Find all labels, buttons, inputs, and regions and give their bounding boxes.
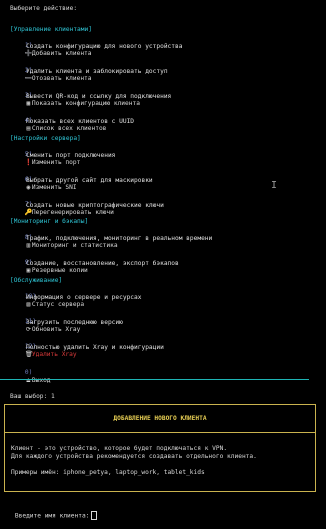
menu-item-change-sni[interactable]: 6) ◉ Изменить SNI	[10, 168, 77, 191]
item-description: Создание, восстановление, экспорт бэкапо…	[26, 260, 179, 267]
item-label: Удалить Xray	[31, 351, 77, 358]
item-description: Загрузить последнюю версию	[26, 319, 123, 326]
key-icon: 🔑	[24, 209, 33, 216]
item-label: Статус сервера	[31, 301, 85, 308]
menu-item-exit[interactable]: 0) ⏏ Выход	[10, 361, 51, 384]
prompt-header: Выберите действие:	[10, 5, 78, 12]
trash-icon: 🗑	[24, 351, 33, 358]
input-line[interactable]: Введите имя клиента:	[0, 503, 98, 520]
plus-icon: ➕	[24, 50, 33, 57]
separator-line	[0, 379, 309, 380]
item-description: Создать новые криптографические ключи	[26, 202, 164, 209]
dialog-text-line: Для каждого устройства рекомендуется соз…	[11, 453, 257, 460]
item-description: Показать всех клиентов с UUID	[26, 118, 135, 125]
text-cursor[interactable]	[91, 511, 98, 520]
item-description: Полностью удалить Xray и конфигурации	[26, 344, 164, 351]
item-label: Показать конфигурацию клиента	[31, 100, 140, 107]
menu-item-revoke-client[interactable]: 2) ➖Отозвать клиента	[10, 59, 92, 82]
item-label: Перегенерировать ключи	[31, 209, 114, 216]
refresh-icon: ⟳	[25, 326, 31, 333]
config-icon: ▦	[26, 100, 31, 107]
globe-icon: ◉	[26, 184, 31, 191]
item-label: Изменить SNI	[31, 184, 77, 191]
item-description: Вывести QR-код и ссылку для подключения	[26, 93, 172, 100]
dialog-text-line: Клиент - это устройство, которое будет п…	[11, 445, 228, 452]
minus-icon: ➖	[24, 75, 33, 82]
item-description: Выбрать другой сайт для маскировки	[26, 177, 153, 184]
backup-icon: ▣	[26, 267, 31, 274]
menu-item-regenerate-keys[interactable]: 7) 🔑Перегенерировать ключи	[10, 193, 114, 216]
menu-item-remove-xray[interactable]: 12) 🗑Удалить Xray	[10, 335, 77, 358]
list-icon: ▤	[26, 125, 31, 132]
item-description: Информация о сервере и ресурсах	[26, 294, 142, 301]
section-monitoring: [Мониторинг и бэкапы]	[10, 218, 89, 225]
menu-item-add-client[interactable]: 1) ➕Добавить клиента	[10, 34, 92, 57]
item-description: Трафик, подключения, мониторинг в реальн…	[26, 235, 213, 242]
section-clients: [Управление клиентами]	[10, 26, 92, 33]
section-service: [Обслуживание]	[10, 277, 63, 284]
item-label: Резервные копии	[31, 267, 88, 274]
menu-item-server-status[interactable]: 10) ▧ Статус сервера	[10, 285, 84, 308]
menu-item-list-clients[interactable]: 4) ▤ Список всех клиентов	[10, 109, 107, 132]
add-client-dialog: ДОБАВЛЕНИЕ НОВОГО КЛИЕНТА Клиент - это у…	[4, 404, 316, 492]
item-label: Добавить клиента	[31, 50, 92, 57]
item-label: Изменить порт	[31, 159, 81, 166]
item-description: Создать конфигурацию для нового устройст…	[26, 43, 183, 50]
menu-item-monitoring[interactable]: 8) ▥ Мониторинг и статистика	[10, 226, 118, 249]
item-number: 0)	[24, 369, 33, 376]
chart-icon: ▥	[26, 242, 31, 249]
item-label: Список всех клиентов	[31, 125, 107, 132]
input-prompt: Введите имя клиента:	[14, 512, 90, 520]
dialog-examples: Примеры имён: iphone_petya, laptop_work,…	[11, 469, 205, 476]
ibeam-cursor-icon: I	[271, 180, 278, 191]
item-label: Обновить Xray	[31, 326, 81, 333]
pin-icon: ❗	[24, 159, 33, 166]
dialog-title: ДОБАВЛЕНИЕ НОВОГО КЛИЕНТА	[5, 405, 315, 433]
menu-item-backups[interactable]: 9) ▣ Резервные копии	[10, 251, 88, 274]
section-server: [Настройки сервера]	[10, 135, 81, 142]
menu-item-change-port[interactable]: 5) ❗Изменить порт	[10, 143, 80, 166]
menu-item-update-xray[interactable]: 11) ⟳Обновить Xray	[10, 310, 80, 333]
item-label: Мониторинг и статистика	[31, 242, 118, 249]
choice-echo: Ваш выбор: 1	[10, 393, 55, 400]
item-description: Сменить порт подключения	[26, 152, 116, 159]
item-label: Отозвать клиента	[31, 75, 92, 82]
status-icon: ▧	[26, 301, 31, 308]
item-description: Удалить клиента и заблокировать доступ	[26, 68, 168, 75]
menu-item-show-config[interactable]: 3) ▦ Показать конфигурацию клиента	[10, 84, 140, 107]
